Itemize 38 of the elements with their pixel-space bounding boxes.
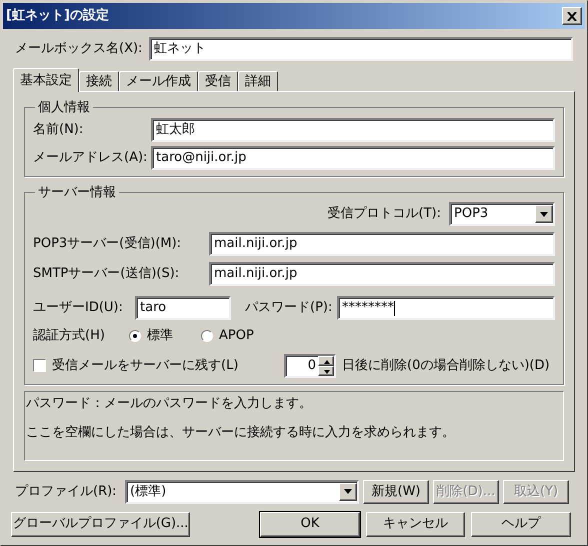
tab[interactable]: 詳細 (238, 71, 278, 91)
profile-button[interactable]: 新規(W) (363, 480, 429, 504)
field-label: プロファイル(R): (15, 482, 118, 501)
dialog-button[interactable]: ヘルプ (471, 512, 571, 536)
field-label: ユーザーID(U): (33, 299, 124, 318)
profile-dropdown[interactable]: (標準) (125, 480, 359, 504)
radio-option[interactable]: 標準 (129, 326, 173, 346)
help-text: ここを空欄にした場合は、サーバーに接続する時に入力を求められます。 (26, 424, 456, 442)
tab[interactable]: 受信 (198, 71, 238, 91)
field-label: SMTPサーバー(送信)(S): (33, 265, 180, 284)
help-text: パスワード：メールのパスワードを入力します。 (26, 394, 313, 412)
field-label: 受信メールをサーバーに残す(L) (52, 356, 240, 375)
group-title: サーバー情報 (37, 184, 117, 202)
field-label: 名前(N): (33, 120, 84, 139)
group-title: 個人情報 (37, 99, 91, 117)
text-field[interactable]: taro@niji.or.jp (151, 146, 555, 170)
field-label: パスワード(P): (245, 299, 331, 318)
text-field[interactable]: 虹太郎 (151, 118, 555, 142)
field-label: メールボックス名(X): (15, 40, 139, 58)
protocol-dropdown[interactable]: POP3 (449, 202, 555, 226)
tab[interactable]: メール作成 (119, 71, 198, 91)
mailbox-name-field[interactable]: 虹ネット (149, 37, 573, 61)
dialog-button[interactable]: グローバルプロファイル(G)... (11, 512, 190, 536)
dialog-button[interactable]: キャンセル (366, 512, 466, 536)
text-field[interactable]: mail.niji.or.jp (209, 262, 555, 286)
tab[interactable]: 接続 (79, 71, 119, 91)
user-id-field[interactable]: taro (135, 296, 231, 320)
field-label: 日後に削除(0の場合削除しない)(D) (342, 356, 550, 375)
days-spinbox[interactable]: 0 (284, 354, 336, 378)
tab[interactable]: 基本設定 (13, 68, 79, 92)
dialog-button[interactable]: OK (260, 512, 360, 536)
text-field[interactable]: mail.niji.or.jp (209, 232, 555, 256)
password-field[interactable]: ******** (337, 296, 555, 320)
radio-option[interactable]: APOP (201, 326, 254, 346)
field-label: 受信プロトコル(T): (328, 205, 441, 224)
window-title: [虹ネット]の設定 (6, 6, 109, 26)
field-label: POP3サーバー(受信)(M): (33, 235, 182, 254)
field-label: 認証方式(H) (33, 327, 106, 345)
